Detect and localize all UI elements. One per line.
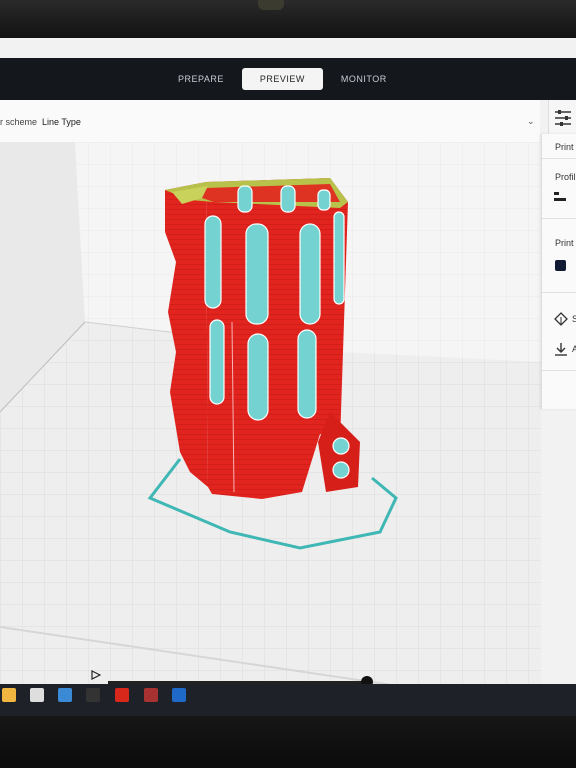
print-settings-panel: Print Profil Print s S A (541, 134, 576, 409)
print-setup-label: Print s (555, 238, 576, 248)
webcam (258, 0, 284, 10)
view-toolbar: r scheme Line Type ⌄ (0, 100, 540, 143)
settings-sliders-icon (555, 110, 571, 126)
color-scheme-select[interactable]: Line Type (42, 117, 81, 127)
file-explorer-icon[interactable] (2, 688, 16, 702)
panel-divider (542, 158, 576, 159)
chevron-down-icon[interactable]: ⌄ (527, 116, 535, 127)
3d-viewport[interactable] (0, 142, 541, 708)
support-icon[interactable] (554, 312, 568, 326)
app-icon[interactable] (86, 688, 100, 702)
mail-icon[interactable] (58, 688, 72, 702)
print-panel-title: Print (555, 142, 574, 152)
panel-divider (542, 370, 576, 371)
profile-label: Profil (555, 172, 576, 182)
tab-preview[interactable]: PREVIEW (241, 68, 323, 90)
monitor-bezel-bottom (0, 716, 576, 768)
download-icon[interactable] (554, 342, 568, 356)
calendar-icon[interactable] (30, 688, 44, 702)
print-settings-button[interactable] (548, 100, 576, 136)
build-plate-scene (0, 142, 541, 708)
stage-header: PREPARE PREVIEW MONITOR (0, 58, 576, 100)
play-icon[interactable] (91, 670, 101, 680)
slicer-app-icon[interactable] (144, 688, 158, 702)
material-swatch[interactable] (555, 260, 566, 271)
panel-divider (542, 292, 576, 293)
panel-divider (542, 218, 576, 219)
cura-icon[interactable] (172, 688, 186, 702)
tab-prepare[interactable]: PREPARE (160, 68, 242, 90)
office-icon[interactable] (115, 688, 129, 702)
tab-monitor[interactable]: MONITOR (323, 68, 405, 90)
app-window: PREPARE PREVIEW MONITOR r scheme Line Ty… (0, 38, 576, 708)
profile-icon[interactable] (554, 190, 568, 202)
slice-label: S (572, 314, 576, 324)
stage-tabs: PREPARE PREVIEW MONITOR (160, 68, 405, 90)
save-label: A (572, 344, 576, 354)
monitor-bezel-top (0, 0, 576, 40)
color-scheme-label: r scheme (0, 117, 38, 127)
